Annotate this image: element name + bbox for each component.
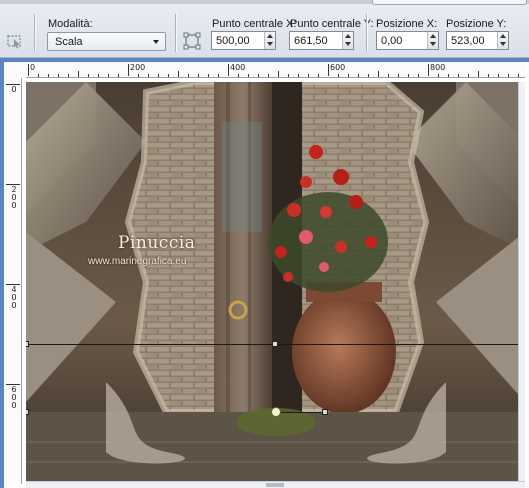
position-y-stepper[interactable] <box>497 32 508 49</box>
chevron-down-icon <box>153 40 159 44</box>
ruler-minor-tick <box>98 74 99 77</box>
ruler-label: 0 <box>30 63 36 72</box>
ruler-minor-tick <box>458 74 459 77</box>
tool-options-bar: Modalità: Scala Punto centrale X: 500,00… <box>0 0 529 58</box>
ruler-minor-tick <box>138 74 139 77</box>
rotation-handle[interactable] <box>322 409 328 415</box>
center-x-value: 500,00 <box>216 35 250 47</box>
ruler-minor-tick <box>508 74 509 77</box>
ruler-minor-tick <box>388 74 389 77</box>
position-y-value: 523,00 <box>451 35 485 47</box>
image-canvas[interactable]: Pinuccia www.marinegrafica.eu <box>26 82 525 481</box>
position-y-label: Posizione Y: <box>446 18 507 30</box>
ruler-minor-tick <box>108 74 109 77</box>
ruler-minor-tick <box>198 74 199 77</box>
horizontal-scroll-thumb[interactable] <box>266 483 284 487</box>
center-y-value: 661,50 <box>294 35 328 47</box>
position-x-label: Posizione X: <box>376 18 438 30</box>
watermark-title: Pinuccia <box>118 233 196 253</box>
ruler-minor-tick <box>218 74 219 77</box>
center-x-stepper[interactable] <box>264 32 275 49</box>
ruler-minor-tick <box>78 71 79 77</box>
ruler-minor-tick <box>48 74 49 77</box>
ruler-minor-tick <box>168 74 169 77</box>
deform-handle[interactable] <box>272 341 278 347</box>
ruler-corner <box>4 62 26 78</box>
toolbar-separator <box>34 14 36 52</box>
ruler-minor-tick <box>118 74 119 77</box>
ruler-minor-tick <box>378 71 379 77</box>
horizontal-ruler[interactable]: 0 200 400 600 800 <box>26 62 525 78</box>
ruler-minor-tick <box>268 74 269 77</box>
ruler-minor-tick <box>248 74 249 77</box>
ruler-minor-tick <box>318 74 319 77</box>
ruler-minor-tick <box>518 74 519 77</box>
position-x-value: 0,00 <box>381 35 403 47</box>
ruler-minor-tick <box>88 74 89 77</box>
ruler-label: 400 <box>11 285 17 310</box>
ruler-minor-tick <box>208 74 209 77</box>
position-x-stepper[interactable] <box>427 32 438 49</box>
deform-handle[interactable] <box>26 341 29 347</box>
mode-label: Modalità: <box>48 18 93 30</box>
ruler-label: 400 <box>230 63 246 72</box>
toolbar-separator <box>366 14 368 52</box>
position-y-input[interactable]: 523,00 <box>446 31 509 50</box>
ruler-minor-tick <box>418 74 419 77</box>
canvas-artwork <box>26 82 525 481</box>
position-x-input[interactable]: 0,00 <box>376 31 439 50</box>
ruler-label: 200 <box>11 185 17 210</box>
ruler-label: 600 <box>330 63 346 72</box>
pick-tool-icon[interactable] <box>6 32 24 50</box>
mode-select[interactable]: Scala <box>47 32 166 51</box>
ruler-minor-tick <box>278 71 279 77</box>
ruler-minor-tick <box>368 74 369 77</box>
ruler-minor-tick <box>188 74 189 77</box>
ruler-minor-tick <box>478 71 479 77</box>
watermark-url: www.marinegrafica.eu <box>88 256 187 267</box>
ruler-minor-tick <box>408 74 409 77</box>
ruler-minor-tick <box>438 74 439 77</box>
ruler-minor-tick <box>238 74 239 77</box>
vertical-ruler[interactable]: 0 200 400 600 <box>4 78 22 484</box>
center-y-input[interactable]: 661,50 <box>289 31 354 50</box>
center-y-stepper[interactable] <box>342 32 353 49</box>
reset-icon[interactable] <box>183 32 201 50</box>
deform-handle[interactable] <box>26 409 29 415</box>
ruler-label: 0 <box>11 85 17 94</box>
toolbar-separator <box>175 14 177 52</box>
ruler-minor-tick <box>498 74 499 77</box>
ruler-label: 600 <box>11 385 17 410</box>
ruler-minor-tick <box>258 74 259 77</box>
ruler-minor-tick <box>178 71 179 77</box>
ruler-minor-tick <box>298 74 299 77</box>
ruler-minor-tick <box>58 74 59 77</box>
ruler-label: 800 <box>430 63 446 72</box>
ruler-minor-tick <box>288 74 289 77</box>
horizontal-scrollbar[interactable] <box>26 481 525 488</box>
center-x-label: Punto centrale X: <box>212 18 297 30</box>
ruler-minor-tick <box>148 74 149 77</box>
ruler-minor-tick <box>448 74 449 77</box>
toolbar-tab[interactable] <box>372 0 527 5</box>
ruler-minor-tick <box>488 74 489 77</box>
pivot-point[interactable] <box>271 407 281 417</box>
vertical-scrollbar[interactable] <box>518 82 525 481</box>
ruler-minor-tick <box>468 74 469 77</box>
ruler-minor-tick <box>38 74 39 77</box>
ruler-minor-tick <box>348 74 349 77</box>
mode-select-value: Scala <box>55 36 83 48</box>
ruler-label: 200 <box>130 63 146 72</box>
ruler-minor-tick <box>358 74 359 77</box>
ruler-minor-tick <box>338 74 339 77</box>
ruler-minor-tick <box>68 74 69 77</box>
ruler-minor-tick <box>158 74 159 77</box>
ruler-minor-tick <box>308 74 309 77</box>
rotation-arm[interactable] <box>276 412 326 413</box>
center-x-input[interactable]: 500,00 <box>211 31 276 50</box>
center-y-label: Punto centrale Y: <box>290 18 374 30</box>
ruler-minor-tick <box>398 74 399 77</box>
